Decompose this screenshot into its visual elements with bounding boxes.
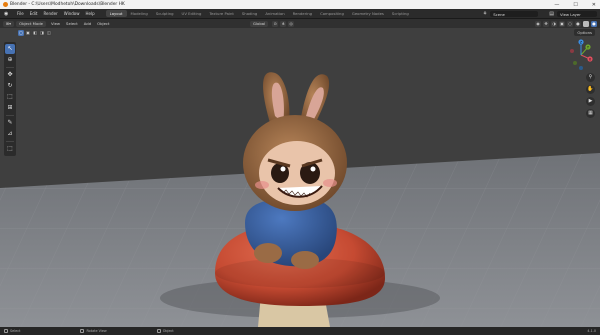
- tab-scripting[interactable]: Scripting: [388, 10, 413, 17]
- add-cube-tool-icon[interactable]: ⬚: [5, 144, 15, 154]
- xray-icon[interactable]: ▣: [559, 20, 565, 27]
- tab-animation[interactable]: Animation: [261, 10, 288, 17]
- top-menubar: ◉ File Edit Render Window Help Layout Mo…: [0, 9, 600, 19]
- workspace-tabs: Layout Modeling Sculpting UV Editing Tex…: [105, 9, 413, 19]
- blender-logo-icon: [3, 2, 8, 7]
- material-shading-icon[interactable]: [583, 20, 589, 27]
- transform-orientation-dropdown[interactable]: Global: [250, 20, 269, 27]
- menu-render[interactable]: Render: [40, 11, 60, 16]
- rendered-shading-icon[interactable]: ●: [591, 20, 597, 27]
- tab-texture-paint[interactable]: Texture Paint: [205, 10, 238, 17]
- menu-help[interactable]: Help: [82, 11, 97, 16]
- 3d-viewport[interactable]: ▢ ▣ ◧ ◨ ◫ Options ↖ ⊕ ✥ ↻ ⬚ ⊞ ✎ ⊿ ⬚ X Y …: [0, 28, 600, 327]
- tab-rendering[interactable]: Rendering: [289, 10, 316, 17]
- window-title: Blender - C:\Users\Modhetoh\Downloads\Bl…: [10, 2, 125, 7]
- status-bar: Select Rotate View Object 4.1.0: [0, 327, 600, 335]
- object-mode-label: Object Mode: [19, 21, 44, 26]
- toolbar-divider: [6, 115, 14, 116]
- view-layer-selector[interactable]: View Layer: [557, 11, 597, 17]
- status-rotate: Rotate View: [80, 329, 107, 333]
- scene-icon: ⚘: [482, 11, 488, 17]
- tool-shelf: ↖ ⊕ ✥ ↻ ⬚ ⊞ ✎ ⊿ ⬚: [4, 42, 16, 156]
- menu-edit[interactable]: Edit: [27, 11, 41, 16]
- status-select-label: Select: [10, 329, 21, 333]
- tab-shading[interactable]: Shading: [238, 10, 261, 17]
- transform-tool-icon[interactable]: ⊞: [5, 103, 15, 113]
- menu-window[interactable]: Window: [61, 11, 83, 16]
- measure-tool-icon[interactable]: ⊿: [5, 129, 15, 139]
- overlay-toggle-icon[interactable]: ◑: [551, 20, 557, 27]
- perspective-toggle-icon[interactable]: ▦: [586, 109, 595, 118]
- close-button[interactable]: ✕: [592, 2, 596, 8]
- gizmo-toggle-icon[interactable]: ✥: [543, 20, 549, 27]
- toolbar-divider: [6, 67, 14, 68]
- solid-shading-icon[interactable]: ●: [575, 20, 581, 27]
- options-dropdown[interactable]: Options: [574, 29, 595, 36]
- status-object: Object: [156, 329, 174, 333]
- tab-layout[interactable]: Layout: [105, 10, 127, 17]
- toolbar-divider: [6, 141, 14, 142]
- pan-hand-icon[interactable]: ✋: [586, 85, 595, 94]
- menu-object[interactable]: Object: [94, 21, 112, 26]
- menu-select[interactable]: Select: [63, 21, 81, 26]
- select-subtract-icon[interactable]: ◧: [32, 30, 38, 36]
- viewport-nav-buttons: ⚲ ✋ ▶ ▦: [586, 73, 595, 118]
- scale-tool-icon[interactable]: ⬚: [5, 92, 15, 102]
- select-intersect-icon[interactable]: ◫: [46, 30, 52, 36]
- selection-modes: ▢ ▣ ◧ ◨ ◫: [18, 30, 52, 36]
- status-object-label: Object: [162, 329, 174, 333]
- blender-menu-icon[interactable]: ◉: [4, 11, 11, 17]
- menu-add[interactable]: Add: [81, 21, 94, 26]
- tab-uv-editing[interactable]: UV Editing: [178, 10, 206, 17]
- select-extend-icon[interactable]: ▣: [25, 30, 31, 36]
- menu-file[interactable]: File: [14, 11, 27, 16]
- object-mode-dropdown[interactable]: Object Mode: [16, 20, 47, 27]
- tab-compositing[interactable]: Compositing: [316, 10, 348, 17]
- options-label: Options: [577, 30, 592, 35]
- tab-geometry-nodes[interactable]: Geometry Nodes: [348, 10, 388, 17]
- select-new-icon[interactable]: ▢: [18, 30, 24, 36]
- editor-type-button[interactable]: ⊞▾: [3, 20, 15, 27]
- scene-selector[interactable]: Scene: [490, 11, 539, 17]
- viewport-header: ⊞▾ Object Mode View Select Add Object Gl…: [0, 19, 600, 28]
- cursor-tool-icon[interactable]: ⊕: [5, 55, 15, 65]
- view-layer-icon: ▤: [549, 11, 554, 17]
- navigation-gizmo[interactable]: X Y Z: [566, 38, 596, 72]
- mouse-left-icon: [4, 329, 8, 333]
- status-select: Select: [4, 329, 20, 333]
- zoom-icon[interactable]: ⚲: [586, 73, 595, 82]
- tab-sculpting[interactable]: Sculpting: [152, 10, 178, 17]
- mouse-right-icon: [156, 329, 161, 333]
- maximize-button[interactable]: ☐: [573, 2, 577, 8]
- mouse-middle-icon: [80, 329, 85, 333]
- pivot-icon[interactable]: ⊙: [272, 20, 279, 27]
- snap-icon[interactable]: ⋔: [280, 20, 287, 27]
- select-invert-icon[interactable]: ◨: [39, 30, 45, 36]
- rotate-tool-icon[interactable]: ↻: [5, 81, 15, 91]
- move-tool-icon[interactable]: ✥: [5, 70, 15, 80]
- version-label: 4.1.0: [587, 329, 596, 333]
- menu-view[interactable]: View: [48, 21, 63, 26]
- viewport-scene: [0, 28, 600, 327]
- camera-view-icon[interactable]: ▶: [586, 97, 595, 106]
- proportional-edit-icon[interactable]: ◎: [288, 20, 295, 27]
- transform-orientation-label: Global: [253, 21, 266, 26]
- minimize-button[interactable]: —: [554, 2, 559, 8]
- select-box-tool-icon[interactable]: ↖: [5, 44, 15, 54]
- status-rotate-label: Rotate View: [86, 329, 107, 333]
- visibility-icon[interactable]: ◉: [535, 20, 541, 27]
- annotate-tool-icon[interactable]: ✎: [5, 118, 15, 128]
- wireframe-shading-icon[interactable]: ○: [567, 20, 573, 27]
- tab-modeling[interactable]: Modeling: [127, 10, 152, 17]
